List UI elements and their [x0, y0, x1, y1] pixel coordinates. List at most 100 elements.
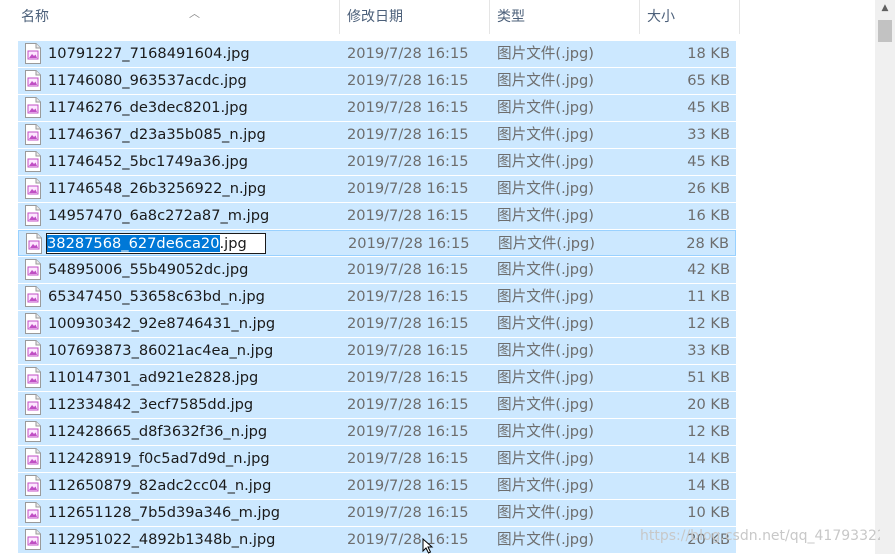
column-divider[interactable]	[489, 0, 490, 34]
jpg-file-icon	[24, 502, 42, 523]
file-size: 33 KB	[687, 342, 730, 359]
column-divider[interactable]	[739, 0, 740, 34]
scroll-up-arrow-icon[interactable]: ▲	[875, 0, 895, 17]
file-row[interactable]: 107693873_86021ac4ea_n.jpg 2019/7/28 16:1…	[18, 338, 736, 364]
file-type: 图片文件(.jpg)	[497, 531, 594, 548]
file-name: 112428919_f0c5ad7d9d_n.jpg	[48, 450, 270, 467]
file-list: 10791227_7168491604.jpg 2019/7/28 16:15 图片…	[18, 41, 736, 554]
file-size: 33 KB	[687, 126, 730, 143]
file-date: 2019/7/28 16:15	[347, 477, 469, 494]
file-name: 107693873_86021ac4ea_n.jpg	[48, 342, 274, 359]
column-divider[interactable]	[339, 0, 340, 34]
file-row[interactable]: 11746367_d23a35b085_n.jpg 2019/7/28 16:15…	[18, 122, 736, 148]
file-date: 2019/7/28 16:15	[347, 45, 469, 62]
header-type[interactable]: 类型	[497, 0, 638, 34]
jpg-file-icon	[24, 43, 42, 64]
file-size: 45 KB	[687, 99, 730, 116]
file-date: 2019/7/28 16:15	[347, 315, 469, 332]
file-row[interactable]: 11746276_de3dec8201.jpg 2019/7/28 16:15 图片…	[18, 95, 736, 121]
file-type: 图片文件(.jpg)	[497, 369, 594, 386]
file-type: 图片文件(.jpg)	[497, 45, 594, 62]
watermark: https://blog.csdn.net/qq_41793322	[640, 528, 880, 544]
jpg-file-icon	[24, 475, 42, 496]
file-date: 2019/7/28 16:15	[347, 531, 469, 548]
header-size[interactable]: 大小	[647, 0, 738, 34]
file-row[interactable]: 112428665_d8f3632f36_n.jpg 2019/7/28 16:1…	[18, 419, 736, 445]
file-row[interactable]: 11746452_5bc1749a36.jpg 2019/7/28 16:15 图片…	[18, 149, 736, 175]
file-size: 45 KB	[687, 153, 730, 170]
jpg-file-icon	[24, 340, 42, 361]
file-type: 图片文件(.jpg)	[497, 261, 594, 278]
file-row[interactable]: 112651128_7b5d39a346_m.jpg 2019/7/28 16:1…	[18, 500, 736, 526]
file-type: 图片文件(.jpg)	[497, 180, 594, 197]
header-name[interactable]: 名称 ︿	[21, 0, 339, 34]
file-type: 图片文件(.jpg)	[497, 315, 594, 332]
file-date: 2019/7/28 16:15	[347, 153, 469, 170]
jpg-file-icon	[24, 421, 42, 442]
file-type: 图片文件(.jpg)	[497, 423, 594, 440]
jpg-file-icon	[24, 313, 42, 334]
file-date: 2019/7/28 16:15	[347, 99, 469, 116]
file-date: 2019/7/28 16:15	[347, 342, 469, 359]
file-size: 12 KB	[687, 423, 730, 440]
file-name: 112428665_d8f3632f36_n.jpg	[48, 423, 268, 440]
file-row[interactable]: 112951022_4892b1348b_n.jpg 2019/7/28 16:1…	[18, 527, 736, 553]
file-type: 图片文件(.jpg)	[497, 288, 594, 305]
sort-ascending-icon: ︿	[189, 7, 200, 20]
header-size-label: 大小	[647, 9, 675, 25]
file-type: 图片文件(.jpg)	[497, 342, 594, 359]
column-divider[interactable]	[639, 0, 640, 34]
file-type: 图片文件(.jpg)	[497, 153, 594, 170]
jpg-file-icon	[25, 233, 43, 254]
file-type: 图片文件(.jpg)	[497, 99, 594, 116]
file-date: 2019/7/28 16:15	[348, 235, 470, 252]
rename-extension-text: .jpg	[219, 235, 247, 252]
file-name: 11746367_d23a35b085_n.jpg	[48, 126, 266, 143]
file-row[interactable]: 112334842_3ecf7585dd.jpg 2019/7/28 16:15 图…	[18, 392, 736, 418]
jpg-file-icon	[24, 151, 42, 172]
file-size: 14 KB	[687, 477, 730, 494]
jpg-file-icon	[24, 448, 42, 469]
file-row[interactable]: 65347450_53658c63bd_n.jpg 2019/7/28 16:15…	[18, 284, 736, 310]
file-date: 2019/7/28 16:15	[347, 261, 469, 278]
file-size: 28 KB	[686, 235, 729, 252]
file-size: 51 KB	[687, 369, 730, 386]
file-name: 11746080_963537acdc.jpg	[48, 72, 247, 89]
file-row[interactable]: 38287568_627de6ca20.jpg 2019/7/28 16:15 图片…	[18, 230, 736, 256]
file-type: 图片文件(.jpg)	[497, 504, 594, 521]
file-name: 112651128_7b5d39a346_m.jpg	[48, 504, 281, 521]
rename-input[interactable]: 38287568_627de6ca20.jpg	[46, 233, 266, 254]
file-size: 26 KB	[687, 180, 730, 197]
file-type: 图片文件(.jpg)	[497, 126, 594, 143]
jpg-file-icon	[24, 367, 42, 388]
jpg-file-icon	[24, 529, 42, 550]
jpg-file-icon	[24, 124, 42, 145]
header-date[interactable]: 修改日期	[347, 0, 488, 34]
file-date: 2019/7/28 16:15	[347, 126, 469, 143]
vertical-scrollbar[interactable]: ▲	[875, 0, 895, 554]
file-row[interactable]: 112428919_f0c5ad7d9d_n.jpg 2019/7/28 16:1…	[18, 446, 736, 472]
file-row[interactable]: 14957470_6a8c272a87_m.jpg 2019/7/28 16:15…	[18, 203, 736, 229]
file-type: 图片文件(.jpg)	[497, 396, 594, 413]
rename-selected-text: 38287568_627de6ca20	[47, 235, 220, 252]
file-type: 图片文件(.jpg)	[497, 207, 594, 224]
file-date: 2019/7/28 16:15	[347, 450, 469, 467]
file-name: 112334842_3ecf7585dd.jpg	[48, 396, 254, 413]
file-row[interactable]: 11746548_26b3256922_n.jpg 2019/7/28 16:15…	[18, 176, 736, 202]
file-row[interactable]: 110147301_ad921e2828.jpg 2019/7/28 16:15 图…	[18, 365, 736, 391]
file-date: 2019/7/28 16:15	[347, 207, 469, 224]
file-name: 11746548_26b3256922_n.jpg	[48, 180, 267, 197]
jpg-file-icon	[24, 70, 42, 91]
file-date: 2019/7/28 16:15	[347, 72, 469, 89]
file-row[interactable]: 100930342_92e8746431_n.jpg 2019/7/28 16:1…	[18, 311, 736, 337]
file-name: 65347450_53658c63bd_n.jpg	[48, 288, 265, 305]
mouse-cursor-icon	[422, 538, 434, 554]
file-row[interactable]: 112650879_82adc2cc04_n.jpg 2019/7/28 16:1…	[18, 473, 736, 499]
file-type: 图片文件(.jpg)	[498, 235, 595, 252]
header-name-label: 名称	[21, 9, 49, 25]
file-name: 100930342_92e8746431_n.jpg	[48, 315, 276, 332]
file-row[interactable]: 10791227_7168491604.jpg 2019/7/28 16:15 图片…	[18, 41, 736, 67]
scroll-thumb[interactable]	[878, 20, 892, 42]
file-row[interactable]: 11746080_963537acdc.jpg 2019/7/28 16:15 图片…	[18, 68, 736, 94]
file-row[interactable]: 54895006_55b49052dc.jpg 2019/7/28 16:15 图片…	[18, 257, 736, 283]
